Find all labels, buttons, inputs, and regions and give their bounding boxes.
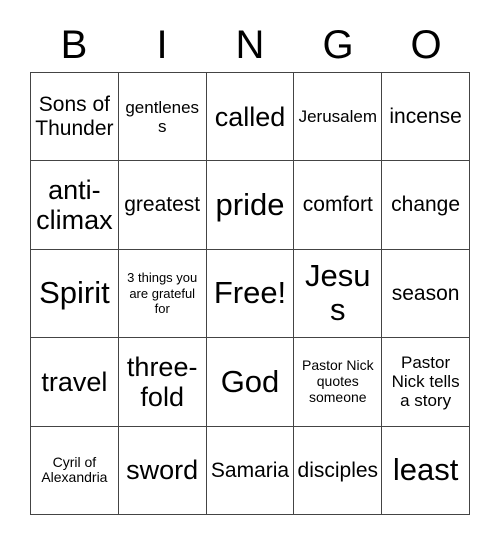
bingo-card: B I N G O Sons of Thunder gentleness calle… <box>0 0 500 544</box>
bingo-cell[interactable]: season <box>382 249 470 339</box>
header-letter-text: B <box>60 23 88 67</box>
bingo-header-letter-g: G <box>294 18 382 72</box>
bingo-cell[interactable]: Sons of Thunder <box>31 73 119 162</box>
bingo-cell-label: gentleness <box>125 97 200 136</box>
bingo-cell-label: change <box>391 193 461 217</box>
bingo-cell-label: Pastor Nick tells a story <box>391 353 460 411</box>
bingo-cell[interactable]: 3 things you are grateful for <box>118 249 207 339</box>
bingo-cell[interactable]: comfort <box>294 161 383 250</box>
bingo-cell-label: greatest <box>124 193 201 217</box>
bingo-cell[interactable]: Pastor Nick tells a story <box>382 338 470 427</box>
bingo-cell[interactable]: Jerusalem <box>294 73 383 162</box>
bingo-cell-label: anti-climax <box>36 174 113 236</box>
bingo-cell[interactable]: Samaria <box>206 426 295 515</box>
bingo-cell[interactable]: Cyril of Alexandria <box>31 426 119 515</box>
bingo-cell-label: season <box>391 281 460 305</box>
bingo-header-row: B I N G O <box>30 18 470 72</box>
bingo-grid: Sons of Thunder gentleness called Jerusalem… <box>30 72 470 515</box>
bingo-cell[interactable]: pride <box>206 161 295 250</box>
bingo-cell-label: Jesus <box>305 257 371 328</box>
header-letter-text: G <box>322 23 354 67</box>
bingo-cell[interactable]: Pastor Nick quotes someone <box>294 338 383 427</box>
bingo-cell-label: disciples <box>297 458 379 482</box>
bingo-cell-label: Jerusalem <box>298 107 377 127</box>
bingo-cell-label: pride <box>215 186 285 222</box>
bingo-cell-label: 3 things you are grateful for <box>127 269 198 317</box>
header-letter-text: O <box>410 23 442 67</box>
bingo-cell[interactable]: called <box>206 73 295 162</box>
bingo-cell[interactable]: three-fold <box>118 338 207 427</box>
bingo-cell[interactable]: God <box>206 338 295 427</box>
bingo-cell-label: incense <box>389 104 462 128</box>
bingo-cell[interactable]: gentleness <box>118 73 207 162</box>
bingo-cell-label: sword <box>126 455 199 486</box>
bingo-cell[interactable]: Jesus <box>294 249 383 339</box>
bingo-cell-label: Free! <box>213 275 287 311</box>
bingo-cell-label: Spirit <box>39 275 110 311</box>
bingo-cell-label: called <box>214 101 286 132</box>
bingo-cell[interactable]: incense <box>382 73 470 162</box>
bingo-cell-label: three-fold <box>126 351 198 412</box>
header-letter-text: I <box>156 23 168 67</box>
bingo-cell[interactable]: disciples <box>294 426 383 515</box>
header-letter-text: N <box>235 23 265 67</box>
bingo-cell-label: travel <box>41 366 108 397</box>
bingo-cell-label: least <box>392 451 459 487</box>
bingo-cell[interactable]: sword <box>118 426 207 515</box>
bingo-cell-label: God <box>220 363 280 399</box>
bingo-cell[interactable]: change <box>382 161 470 250</box>
bingo-cell[interactable]: travel <box>31 338 119 427</box>
bingo-cell[interactable]: anti-climax <box>31 161 119 250</box>
bingo-header-letter-n: N <box>206 18 294 72</box>
bingo-cell[interactable]: Free! <box>206 249 295 339</box>
bingo-header-letter-b: B <box>30 18 118 72</box>
bingo-cell-label: Cyril of Alexandria <box>41 453 108 486</box>
bingo-cell-label: Sons of Thunder <box>35 93 114 140</box>
bingo-cell[interactable]: Spirit <box>31 249 119 339</box>
bingo-cell[interactable]: greatest <box>118 161 207 250</box>
bingo-cell-label: comfort <box>302 193 373 217</box>
bingo-header-letter-i: I <box>118 18 206 72</box>
bingo-cell-label: Samaria <box>210 458 290 482</box>
bingo-header-letter-o: O <box>382 18 470 72</box>
bingo-cell-label: Pastor Nick quotes someone <box>302 357 374 405</box>
bingo-cell[interactable]: least <box>382 426 470 515</box>
